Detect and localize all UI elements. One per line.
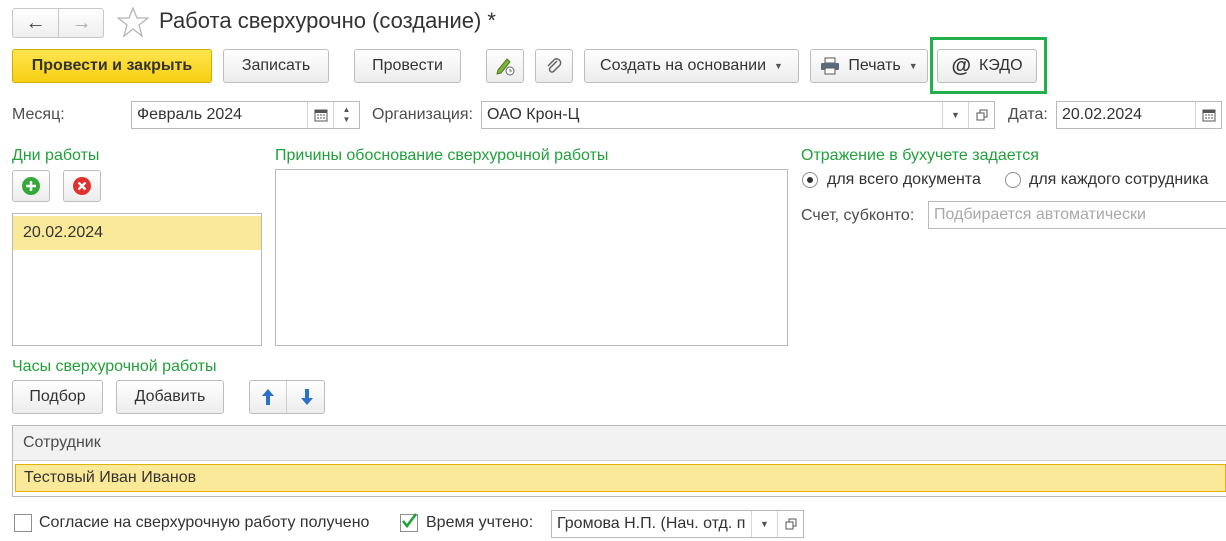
date-calendar-button[interactable] (1195, 102, 1221, 128)
add-button[interactable]: Добавить (116, 380, 224, 414)
delete-day-button[interactable] (63, 170, 101, 202)
chevron-down-icon: ▼ (760, 519, 769, 529)
checkmark-icon (401, 513, 418, 529)
stepper-down-icon: ▼ (342, 115, 351, 124)
radio-whole-document-label[interactable]: для всего документа (827, 171, 981, 189)
move-buttons-group (249, 380, 325, 414)
organization-field[interactable]: ОАО Крон-Ц ▼ (481, 101, 995, 129)
save-button[interactable]: Записать (223, 49, 329, 83)
pick-button[interactable]: Подбор (12, 380, 103, 414)
organization-value: ОАО Крон-Ц (487, 106, 580, 123)
chevron-down-icon: ▼ (951, 110, 960, 120)
post-button[interactable]: Провести (354, 49, 461, 83)
organization-open-button[interactable] (968, 102, 994, 128)
calendar-icon (1202, 109, 1215, 122)
work-days-title: Дни работы (12, 147, 100, 164)
back-button[interactable]: ← (13, 9, 59, 37)
delete-circle-icon (73, 177, 91, 195)
radio-each-employee-label[interactable]: для каждого сотрудника (1029, 171, 1208, 189)
account-label: Счет, субконто: (801, 207, 915, 224)
time-counted-label[interactable]: Время учтено: (426, 514, 533, 532)
consent-label[interactable]: Согласие на сверхурочную работу получено (39, 514, 369, 532)
hours-title: Часы сверхурочной работы (12, 358, 217, 375)
open-window-icon (785, 518, 796, 530)
organization-label: Организация: (372, 106, 473, 123)
arrow-left-icon: ← (25, 12, 46, 34)
at-sign-icon: @ (951, 54, 971, 77)
table-header: Сотрудник (13, 426, 1226, 461)
forward-button[interactable]: → (59, 9, 104, 37)
arrow-right-icon: → (71, 12, 92, 34)
pencil-icon (496, 58, 515, 76)
stepper-up-icon: ▲ (342, 105, 351, 114)
employee-cell: Тестовый Иван Иванов (24, 469, 197, 486)
move-down-button[interactable] (288, 381, 325, 413)
responsible-value: Громова Н.П. (Нач. отд. п (557, 515, 746, 532)
print-button[interactable]: Печать ▼ (810, 49, 928, 83)
responsible-field[interactable]: Громова Н.П. (Нач. отд. п ▼ (551, 510, 804, 538)
post-and-close-button[interactable]: Провести и закрыть (12, 49, 212, 83)
table-row[interactable]: Тестовый Иван Иванов (15, 464, 1226, 492)
page-title: Работа сверхурочно (создание) * (159, 8, 496, 33)
radio-whole-document[interactable] (802, 172, 818, 188)
move-up-button[interactable] (250, 381, 287, 413)
calendar-button[interactable] (307, 102, 333, 128)
edit-note-button[interactable] (486, 49, 524, 83)
accounting-title: Отражение в бухучете задается (801, 147, 1039, 164)
paperclip-icon (547, 58, 562, 73)
plus-circle-icon (22, 177, 40, 195)
account-field[interactable]: Подбирается автоматически (928, 201, 1226, 229)
nav-back-forward: ← → (12, 8, 104, 38)
chevron-down-icon: ▼ (908, 61, 918, 71)
month-value: Февраль 2024 (137, 106, 243, 123)
date-field[interactable]: 20.02.2024 (1056, 101, 1222, 129)
responsible-open-button[interactable] (777, 511, 803, 537)
printer-icon (821, 57, 840, 75)
radio-selected-dot (807, 177, 813, 183)
work-days-list[interactable]: 20.02.2024 (12, 213, 262, 346)
column-employee-header: Сотрудник (23, 434, 101, 451)
attach-button[interactable] (535, 49, 573, 83)
reasons-textarea[interactable] (275, 169, 788, 346)
reasons-title: Причины обоснование сверхурочной работы (275, 147, 609, 164)
arrow-down-icon (300, 389, 313, 405)
month-stepper[interactable]: ▲ ▼ (333, 102, 359, 128)
account-placeholder: Подбирается автоматически (934, 206, 1146, 223)
month-label: Месяц: (12, 106, 65, 123)
favorite-star-icon[interactable] (116, 6, 150, 38)
create-based-on-button[interactable]: Создать на основании ▼ (584, 49, 799, 83)
calendar-icon (314, 109, 327, 122)
list-item-label: 20.02.2024 (23, 224, 104, 241)
employees-table: Сотрудник Тестовый Иван Иванов (12, 425, 1226, 497)
month-field[interactable]: Февраль 2024 ▲ ▼ (131, 101, 360, 129)
consent-checkbox[interactable] (14, 514, 32, 532)
list-item[interactable]: 20.02.2024 (13, 216, 261, 250)
add-day-button[interactable] (12, 170, 50, 202)
radio-each-employee[interactable] (1005, 172, 1021, 188)
responsible-dropdown-button[interactable]: ▼ (751, 511, 777, 537)
kedo-label: КЭДО (978, 57, 1023, 74)
date-label: Дата: (1008, 106, 1048, 123)
create-based-on-label: Создать на основании (600, 57, 767, 74)
arrow-up-icon (262, 389, 274, 405)
organization-dropdown-button[interactable]: ▼ (942, 102, 968, 128)
date-value: 20.02.2024 (1062, 106, 1143, 123)
kedo-button[interactable]: @ КЭДО (937, 49, 1037, 83)
open-window-icon (976, 109, 987, 121)
time-counted-checkbox[interactable] (400, 513, 418, 532)
chevron-down-icon: ▼ (774, 61, 783, 71)
print-label: Печать (848, 57, 901, 74)
